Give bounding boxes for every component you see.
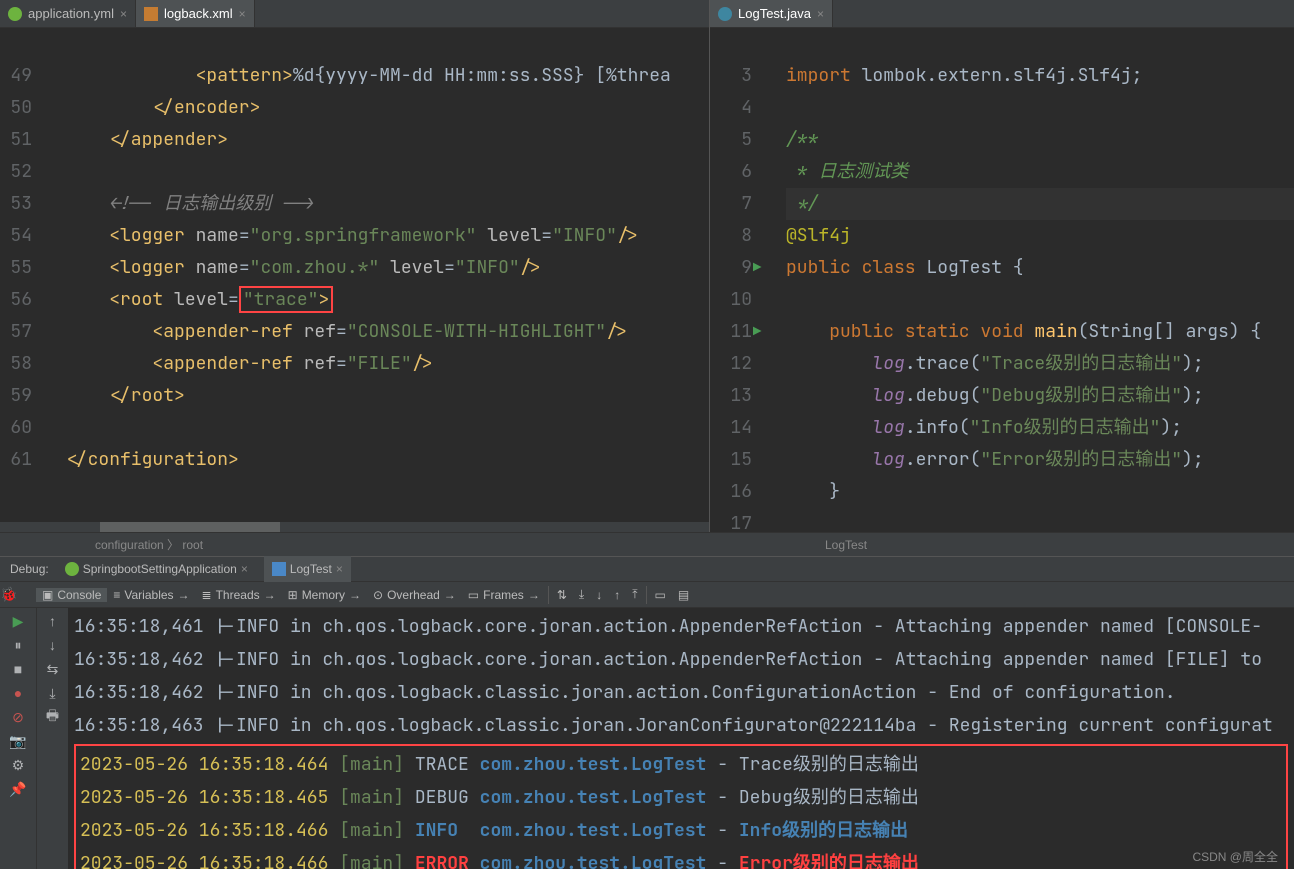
right-code-area[interactable]: 3456789▶1011▶1213141516171819 import lom…: [710, 28, 1294, 532]
step-icon[interactable]: ↓: [590, 588, 608, 602]
java-code[interactable]: import lombok.extern.slf4j.Slf4j;/** * 日…: [778, 28, 1294, 532]
left-editor-pane: application.yml × logback.xml × 49505152…: [0, 0, 710, 532]
console-tab[interactable]: ▣ Console: [36, 588, 107, 602]
mute-breakpoint-icon[interactable]: ⊘: [9, 708, 27, 726]
close-icon[interactable]: ×: [120, 7, 127, 21]
scroll-icon[interactable]: ⤓: [44, 684, 62, 702]
wrap-icon[interactable]: ⇆: [44, 660, 62, 678]
console-output[interactable]: 16:35:18,461 |-INFO in ch.qos.logback.co…: [68, 608, 1294, 869]
spring-icon: [65, 562, 79, 576]
up-arrow-icon[interactable]: ↑: [44, 612, 62, 630]
step-icon[interactable]: ⇅: [551, 588, 573, 602]
frames-tab[interactable]: ▭ Frames →: [462, 588, 546, 602]
horizontal-scrollbar[interactable]: [0, 522, 709, 532]
scrollbar-thumb[interactable]: [100, 522, 280, 532]
print-icon[interactable]: 🖶: [44, 708, 62, 726]
debug-icon[interactable]: 🐞: [0, 586, 18, 604]
breadcrumb-bar: configuration 〉 root LogTest: [0, 532, 1294, 556]
threads-tab[interactable]: ≣ Threads →: [196, 588, 282, 602]
spring-icon: [8, 7, 22, 21]
left-tabs: application.yml × logback.xml ×: [0, 0, 709, 28]
java-icon: [718, 7, 732, 21]
debug-toolbar: 🐞 ▣ Console ≡ Variables → ≣ Threads → ⊞ …: [0, 582, 1294, 608]
debug-tab-label: LogTest: [290, 562, 332, 576]
breadcrumb-right[interactable]: LogTest: [805, 533, 867, 556]
camera-icon[interactable]: 📷: [9, 732, 27, 750]
debug-tab-logtest[interactable]: LogTest ×: [264, 556, 351, 582]
close-icon[interactable]: ×: [336, 562, 343, 576]
variables-tab[interactable]: ≡ Variables →: [107, 588, 195, 602]
pause-icon[interactable]: ⏸: [9, 636, 27, 654]
overhead-tab[interactable]: ⊙ Overhead →: [367, 588, 462, 602]
layout-icon[interactable]: ▭: [649, 588, 672, 602]
close-icon[interactable]: ×: [817, 7, 824, 21]
step-icon[interactable]: ⤒: [626, 587, 643, 602]
console-side-toolbar: ↑ ↓ ⇆ ⤓ 🖶: [36, 608, 68, 869]
tab-label: logback.xml: [164, 6, 233, 21]
app-icon: [272, 562, 286, 576]
right-tabs: LogTest.java ×: [710, 0, 1294, 28]
breadcrumb-left[interactable]: configuration 〉 root: [95, 533, 805, 556]
tab-logtest-java[interactable]: LogTest.java ×: [710, 0, 833, 27]
left-code-area[interactable]: 49505152535455565758596061 <pattern>%d{y…: [0, 28, 709, 522]
down-arrow-icon[interactable]: ↓: [44, 636, 62, 654]
fold-column: [38, 28, 58, 522]
pin-icon[interactable]: 📌: [9, 780, 27, 798]
right-gutter: 3456789▶1011▶1213141516171819: [710, 28, 758, 532]
tab-application-yml[interactable]: application.yml ×: [0, 0, 136, 27]
close-icon[interactable]: ×: [239, 7, 246, 21]
watermark: CSDN @周全全: [1192, 848, 1278, 865]
memory-tab[interactable]: ⊞ Memory →: [282, 588, 367, 602]
debug-header: Debug: SpringbootSettingApplication × Lo…: [0, 556, 1294, 582]
step-icon[interactable]: ↑: [608, 588, 626, 602]
xml-icon: [144, 7, 158, 21]
fold-column: [758, 28, 778, 532]
left-gutter: 49505152535455565758596061: [0, 28, 38, 522]
debug-side-toolbar: ▶ ⏸ ■ ● ⊘ 📷 ⚙ 📌: [0, 608, 36, 869]
tab-label: LogTest.java: [738, 6, 811, 21]
console-area: ▶ ⏸ ■ ● ⊘ 📷 ⚙ 📌 ↑ ↓ ⇆ ⤓ 🖶 16:35:18,461 |…: [0, 608, 1294, 869]
stop-icon[interactable]: ■: [9, 660, 27, 678]
settings-icon[interactable]: ⚙: [9, 756, 27, 774]
tab-logback-xml[interactable]: logback.xml ×: [136, 0, 255, 27]
step-icon[interactable]: ⤓: [573, 587, 590, 602]
tab-label: application.yml: [28, 6, 114, 21]
resume-icon[interactable]: ▶: [9, 612, 27, 630]
xml-code[interactable]: <pattern>%d{yyyy-MM-dd HH:mm:ss.SSS} [%t…: [58, 28, 709, 522]
debug-tab-springboot[interactable]: SpringbootSettingApplication ×: [57, 556, 256, 582]
debug-tab-label: SpringbootSettingApplication: [83, 562, 237, 576]
breakpoint-icon[interactable]: ●: [9, 684, 27, 702]
close-icon[interactable]: ×: [241, 562, 248, 576]
debug-label: Debug:: [10, 562, 49, 576]
layout-icon[interactable]: ▤: [672, 588, 695, 602]
right-editor-pane: LogTest.java × 3456789▶1011▶121314151617…: [710, 0, 1294, 532]
